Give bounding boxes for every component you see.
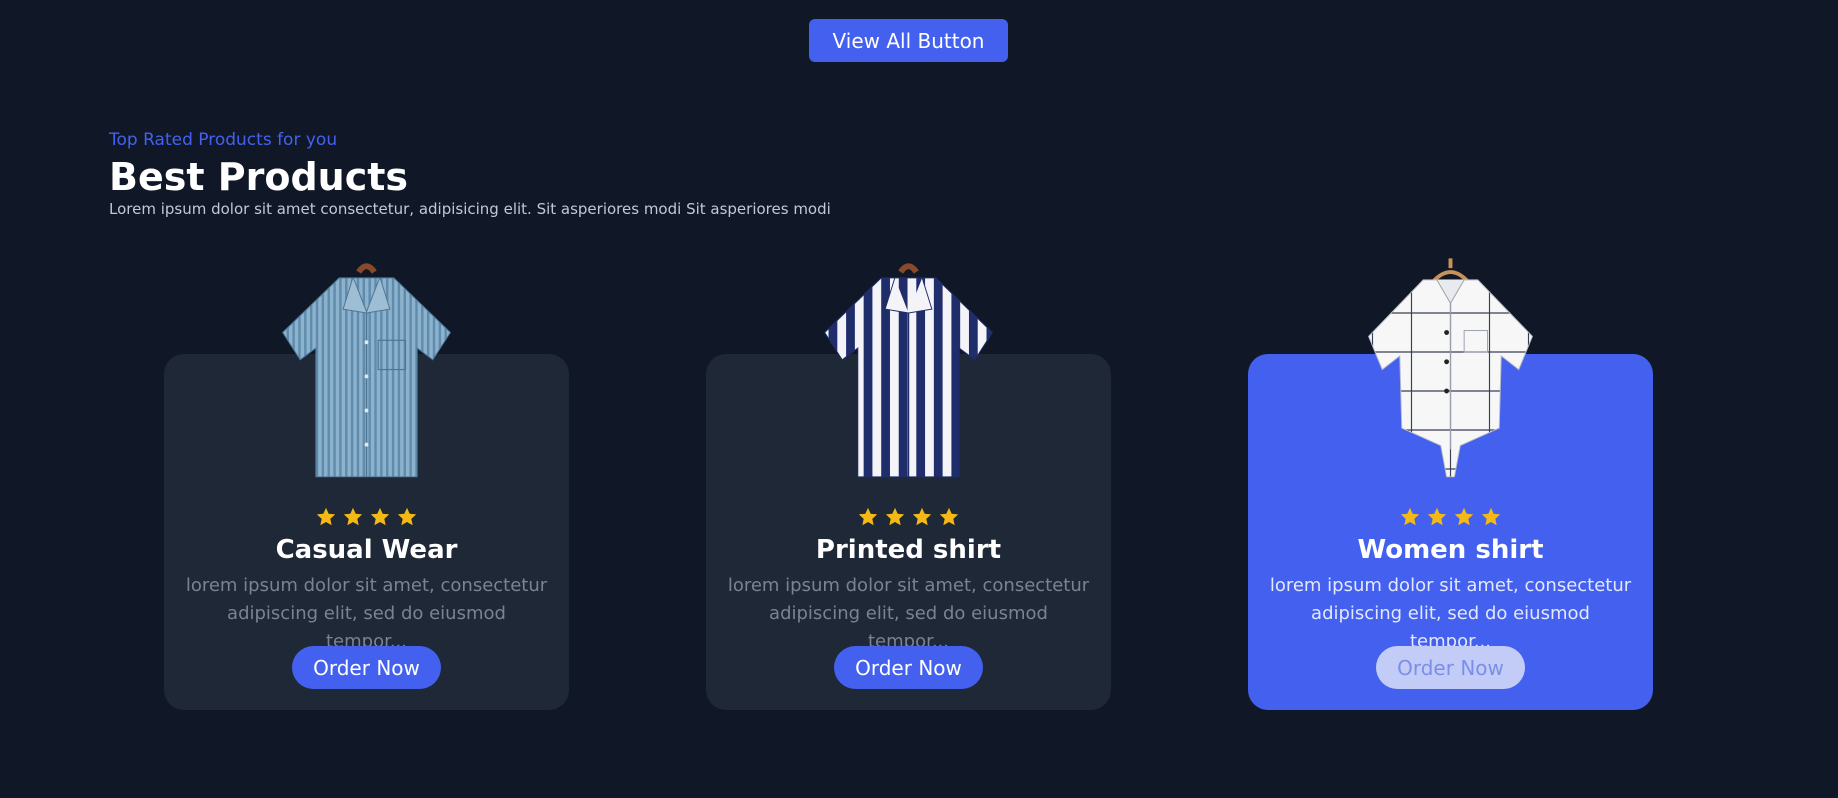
product-name: Casual Wear [275,535,458,565]
product-card: Casual Wear lorem ipsum dolor sit amet, … [164,263,569,710]
navy-striped-shirt-image [824,263,993,478]
product-description: lorem ipsum dolor sit amet, consectetur … [1269,575,1632,652]
section-title: Best Products [109,155,409,199]
product-name: Women shirt [1357,535,1544,565]
star-icon [1454,507,1474,526]
product-card: Printed shirt lorem ipsum dolor sit amet… [706,263,1111,710]
product-name: Printed shirt [815,535,1002,565]
star-icon [343,507,363,526]
rating-stars [706,506,1111,528]
section-subtitle: Top Rated Products for you [109,130,338,150]
star-icon [1427,507,1447,526]
order-now-button[interactable]: Order Now [834,646,983,689]
product-card: Women shirt lorem ipsum dolor sit amet, … [1248,258,1653,710]
star-icon [370,507,390,526]
star-icon [858,507,878,526]
product-description: lorem ipsum dolor sit amet, consectetur … [727,575,1090,652]
star-icon [939,507,959,526]
rating-stars [164,506,569,528]
section-description: Lorem ipsum dolor sit amet consectetur, … [109,200,831,218]
star-icon [912,507,932,526]
blue-striped-shirt-image [282,263,451,478]
product-description: lorem ipsum dolor sit amet, consectetur … [185,575,548,652]
star-icon [1400,507,1420,526]
star-icon [885,507,905,526]
star-icon [1481,507,1501,526]
order-now-button[interactable]: Order Now [292,646,441,689]
white-plaid-shirt-image [1368,258,1533,478]
star-icon [316,507,336,526]
star-icon [397,507,417,526]
view-all-button[interactable]: View All Button [809,19,1008,62]
order-now-button[interactable]: Order Now [1376,646,1525,689]
section-heading: Top Rated Products for you Best Products… [109,130,831,218]
rating-stars [1248,506,1653,528]
page: View All Button Top Rated Products for y… [0,0,1838,798]
